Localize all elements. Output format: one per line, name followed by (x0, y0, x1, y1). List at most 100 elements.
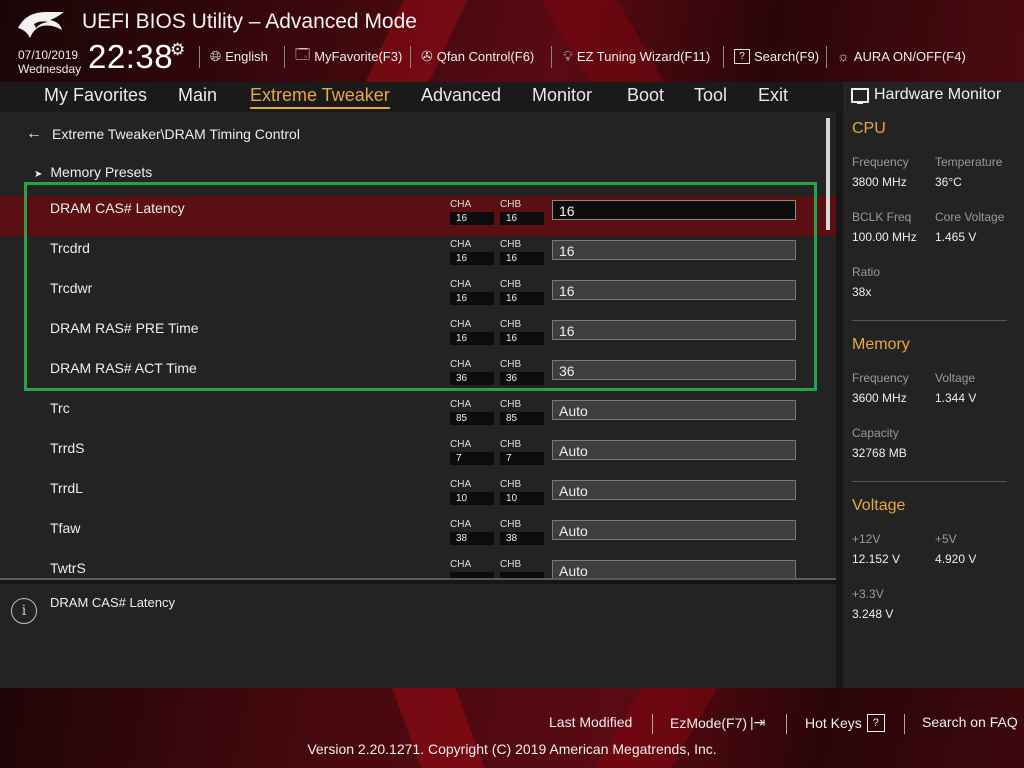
timing-value-input[interactable]: 36 (552, 360, 796, 380)
timing-value-input[interactable]: 16 (552, 200, 796, 220)
back-arrow-icon[interactable]: ← (26, 125, 42, 143)
timing-value-input[interactable]: 16 (552, 280, 796, 300)
timing-label: Trcdrd (50, 240, 90, 256)
cha-value: 16 (450, 292, 494, 305)
timing-value-input[interactable]: Auto (552, 440, 796, 460)
chb-name: CHB (500, 439, 522, 450)
tab-tool[interactable]: Tool (694, 85, 727, 106)
channel-a-readout: CHA 16 (450, 200, 494, 225)
chb-value: 10 (500, 492, 544, 505)
favorite-icon: 🗔︎ (295, 46, 311, 62)
divider (904, 714, 905, 734)
timing-row[interactable]: DRAM CAS# Latency CHA 16 CHB 16 16 (0, 196, 836, 236)
chb-name: CHB (500, 359, 522, 370)
timing-label: DRAM CAS# Latency (50, 200, 185, 216)
clock-display[interactable]: 22:38 (88, 38, 173, 76)
chb-value: 85 (500, 412, 544, 425)
info-icon: i (11, 598, 37, 624)
chb-name: CHB (500, 559, 522, 570)
tab-main[interactable]: Main (178, 85, 217, 106)
cha-value: 85 (450, 412, 494, 425)
main-menu-bar: My Favorites Main Extreme Tweaker Advanc… (0, 82, 842, 112)
channel-b-readout: CHB 85 (500, 400, 544, 425)
timing-value-input[interactable]: Auto (552, 520, 796, 540)
timing-row[interactable]: DRAM RAS# PRE Time CHA 16 CHB 16 16 (0, 316, 836, 356)
memory-capacity-label: Capacity (852, 426, 899, 440)
chb-name: CHB (500, 199, 522, 210)
search-button[interactable]: ? Search(F9) (734, 46, 819, 66)
memory-frequency-value: 3600 MHz (852, 391, 907, 405)
timing-label: DRAM RAS# PRE Time (50, 320, 199, 336)
timing-value-input[interactable]: 16 (552, 240, 796, 260)
my-favorite-button[interactable]: 🗔︎ MyFavorite(F3) (295, 46, 402, 66)
gear-icon[interactable]: ⚙ (170, 40, 185, 60)
aura-toggle-button[interactable]: ☼ AURA ON/OFF(F4) (837, 46, 966, 66)
cha-name: CHA (450, 279, 472, 290)
language-label: English (225, 48, 268, 64)
timing-row[interactable]: TrrdS CHA 7 CHB 7 Auto (0, 436, 836, 476)
core-voltage-label: Core Voltage (935, 210, 1005, 224)
hardware-monitor-label: Hardware Monitor (874, 86, 1002, 103)
timing-row[interactable]: TrrdL CHA 10 CHB 10 Auto (0, 476, 836, 516)
footer-bar: Last Modified EzMode(F7) |⇥ Hot Keys ? S… (0, 688, 1024, 768)
chb-name: CHB (500, 239, 522, 250)
timing-value-input[interactable]: Auto (552, 480, 796, 500)
channel-a-readout: CHA 85 (450, 400, 494, 425)
timing-row[interactable]: TwtrS CHA CHB Auto (0, 556, 836, 578)
tab-my-favorites[interactable]: My Favorites (44, 85, 147, 106)
cha-name: CHA (450, 319, 472, 330)
app-title: UEFI BIOS Utility – Advanced Mode (82, 10, 417, 33)
v33-label: +3.3V (852, 587, 884, 601)
cha-name: CHA (450, 399, 472, 410)
chb-name: CHB (500, 279, 522, 290)
hot-keys-button[interactable]: Hot Keys ? (805, 714, 885, 732)
timing-row[interactable]: Trcdrd CHA 16 CHB 16 16 (0, 236, 836, 276)
search-icon: ? (734, 48, 750, 64)
divider (199, 46, 200, 68)
v5-value: 4.920 V (935, 552, 977, 566)
tab-monitor[interactable]: Monitor (532, 85, 592, 106)
channel-a-readout: CHA 16 (450, 320, 494, 345)
divider (551, 46, 552, 68)
settings-panel: ← Extreme Tweaker\DRAM Timing Control ➤ M… (0, 112, 836, 578)
memory-voltage-label: Voltage (935, 371, 976, 385)
channel-a-readout: CHA 36 (450, 360, 494, 385)
memory-presets-item[interactable]: ➤ Memory Presets (34, 164, 152, 180)
timing-row[interactable]: DRAM RAS# ACT Time CHA 36 CHB 36 36 (0, 356, 836, 396)
globe-icon: 🌐︎ (210, 47, 222, 64)
breadcrumb[interactable]: ← Extreme Tweaker\DRAM Timing Control (26, 125, 300, 143)
tab-extreme-tweaker[interactable]: Extreme Tweaker (250, 85, 390, 109)
timing-label: TwtrS (50, 560, 86, 576)
chb-value: 16 (500, 212, 544, 225)
last-modified-button[interactable]: Last Modified (549, 714, 632, 730)
bclk-value: 100.00 MHz (852, 230, 917, 244)
tab-advanced[interactable]: Advanced (421, 85, 501, 106)
timing-row[interactable]: Tfaw CHA 38 CHB 38 Auto (0, 516, 836, 556)
timing-value-input[interactable]: 16 (552, 320, 796, 340)
memory-presets-label: Memory Presets (50, 164, 153, 180)
memory-frequency-label: Frequency (852, 371, 909, 385)
memory-heading: Memory (852, 336, 910, 353)
tab-boot[interactable]: Boot (627, 85, 664, 106)
qfan-control-button[interactable]: ✇ Qfan Control(F6) (421, 46, 534, 66)
scrollbar[interactable] (826, 118, 830, 230)
language-button[interactable]: 🌐︎ English (210, 46, 268, 66)
chb-name: CHB (500, 399, 522, 410)
chb-value: 16 (500, 252, 544, 265)
hardware-monitor-title: Hardware Monitor (851, 86, 1001, 104)
timing-label: TrrdS (50, 440, 85, 456)
timing-value-input[interactable]: Auto (552, 560, 796, 578)
divider (652, 714, 653, 734)
search-faq-button[interactable]: Search on FAQ (922, 714, 1018, 730)
timing-row[interactable]: Trcdwr CHA 16 CHB 16 16 (0, 276, 836, 316)
ezmode-button[interactable]: EzMode(F7) |⇥ (670, 714, 765, 731)
hot-keys-label: Hot Keys (805, 715, 862, 731)
timing-row[interactable]: Trc CHA 85 CHB 85 Auto (0, 396, 836, 436)
timing-value-input[interactable]: Auto (552, 400, 796, 420)
cha-name: CHA (450, 479, 472, 490)
timing-label: Trcdwr (50, 280, 93, 296)
tab-exit[interactable]: Exit (758, 85, 788, 106)
channel-a-readout: CHA 16 (450, 280, 494, 305)
ez-tuning-wizard-button[interactable]: 💡︎ EZ Tuning Wizard(F11) (563, 46, 710, 66)
ezmode-label: EzMode(F7) (670, 714, 748, 731)
